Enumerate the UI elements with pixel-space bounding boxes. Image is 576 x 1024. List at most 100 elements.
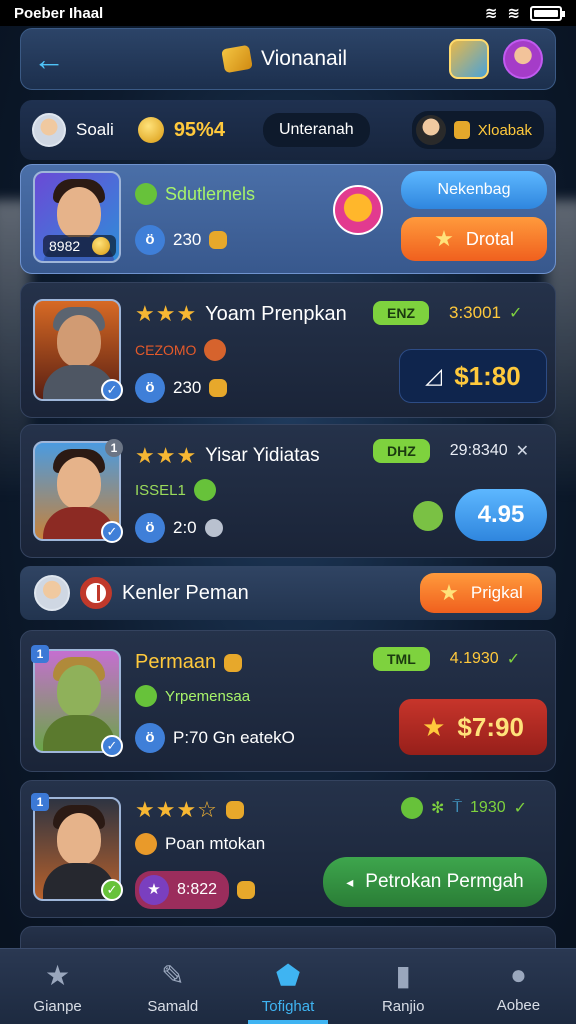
- featured-id: 8982: [49, 238, 81, 254]
- check-icon: [135, 183, 157, 205]
- item-title-row: ★★★ Yisar Yidiatas: [135, 443, 320, 469]
- check-icon: ✓: [513, 800, 528, 817]
- item-sub: Yrpemensaa: [165, 687, 251, 705]
- nav-item-samald[interactable]: ✎ Samald: [115, 949, 230, 1024]
- medal-icon: ö: [135, 373, 165, 403]
- avatar[interactable]: [34, 575, 70, 611]
- sparkle-icon: ✻: [431, 800, 445, 817]
- rating-stars: ★★★: [135, 443, 198, 468]
- list-item[interactable]: ✓ ★★★ Yoam Prenpkan ENZ 3:3001 ✓ CEZOMO …: [20, 282, 556, 418]
- item-tag: TML: [373, 647, 430, 671]
- avatar[interactable]: [32, 113, 66, 147]
- featured-rating-row: Sdutlernels: [135, 183, 255, 205]
- battery-icon: [530, 5, 565, 21]
- treasure-icon[interactable]: [449, 39, 489, 79]
- item-info-row: ö P:70 Gn eatekO: [135, 723, 295, 753]
- item-sub-row: CEZOMO: [135, 339, 227, 361]
- tag-icon: ◿: [425, 363, 443, 388]
- item-sub-row: ISSEL1: [135, 479, 216, 501]
- score-value: 95%4: [173, 118, 225, 141]
- item-tag: DHZ: [373, 439, 430, 463]
- mascot-icon[interactable]: [333, 185, 383, 235]
- medal-icon: ö: [135, 225, 165, 255]
- item-info: P:70 Gn eatekO: [173, 728, 295, 747]
- item-count: 230: [173, 378, 202, 397]
- list-item[interactable]: ✓ 1 ★★★ Yisar Yidiatas DHZ 29:8340 ✕ ISS…: [20, 424, 556, 558]
- header-title-group: Vionanail: [221, 44, 348, 74]
- item-meta-row: TML 4.1930 ✓: [373, 647, 520, 671]
- item-count: 2:0: [173, 518, 197, 537]
- leaf-icon: [413, 501, 443, 531]
- money-bag-icon: [225, 801, 244, 819]
- page-title: Vionanail: [261, 47, 348, 70]
- nav-item-aobee[interactable]: ● Aobee: [461, 949, 576, 1024]
- coin-icon: [453, 121, 470, 139]
- item-count-row: ★ 8:822: [135, 871, 256, 909]
- user-chip[interactable]: Xloabak: [411, 111, 544, 149]
- user-chip-label: Xloabak: [477, 121, 532, 139]
- price-button[interactable]: ★ $7:90: [399, 699, 547, 755]
- item-count-row: ö 230: [135, 373, 228, 403]
- nav-item-tofighat[interactable]: ⬟ Tofighat: [230, 949, 345, 1024]
- leaf-icon: [193, 479, 216, 501]
- list-item[interactable]: 1 ✓ Permaan TML 4.1930 ✓ Yrpemensaa ö P:…: [20, 630, 556, 772]
- featured-rating: Sdutlernels: [165, 183, 256, 204]
- signal-icon: ≋: [507, 5, 520, 22]
- list-item[interactable]: 1 ✓ ★★★☆ ✻ ⍑ 1930 ✓ Poan mtokan ★ 8:822 …: [20, 780, 556, 918]
- nav-label: Ranjio: [381, 997, 425, 1015]
- featured-id-badge: 8982: [43, 235, 117, 257]
- header-actions: [449, 39, 543, 79]
- filter-label: Soali: [76, 120, 114, 139]
- star-icon: ★: [422, 711, 446, 742]
- leaf-icon: [401, 797, 423, 819]
- filter-row: Soali 95%4 Unteranah Xloabak: [20, 100, 556, 160]
- no-entry-icon: [80, 577, 112, 609]
- item-meta: 29:8340: [449, 442, 508, 459]
- star-icon: ★: [439, 580, 459, 605]
- verified-icon: ✓: [101, 735, 123, 757]
- star-icon: ★: [434, 226, 454, 251]
- item-sub-row: Poan mtokan: [135, 833, 265, 855]
- rank-badge: 1: [31, 645, 49, 663]
- close-icon: ✕: [515, 443, 530, 460]
- star-icon: ★: [139, 875, 169, 905]
- check-icon: [135, 685, 157, 707]
- medal-icon: ö: [135, 513, 165, 543]
- verified-icon: ✓: [101, 521, 123, 543]
- nav-label: Samald: [147, 997, 199, 1015]
- tab-unteranah[interactable]: Unteranah: [262, 113, 370, 147]
- profile-icon: ●: [509, 959, 527, 990]
- star-icon: ★: [45, 959, 71, 991]
- item-sub: Poan mtokan: [165, 834, 266, 853]
- pencil-icon: ✎: [161, 959, 185, 991]
- item-meta: 3:3001: [449, 303, 501, 322]
- nav-label: Tofighat: [261, 997, 315, 1015]
- check-icon: ✓: [506, 651, 521, 668]
- item-title: Permaan: [135, 651, 217, 673]
- user-avatar[interactable]: [503, 39, 543, 79]
- featured-count-row: ö 230: [135, 225, 228, 255]
- money-bag-icon: [209, 231, 228, 249]
- section-header: Kenler Peman ★ Prigkal: [20, 566, 556, 620]
- nekenbag-button[interactable]: Nekenbag: [401, 171, 547, 209]
- item-title-row: ★★★ Yoam Prenpkan: [135, 301, 347, 327]
- back-arrow-icon[interactable]: ←: [33, 41, 73, 78]
- rank-badge: 1: [105, 439, 123, 457]
- nav-label: Aobee: [496, 997, 541, 1014]
- prigkal-button[interactable]: ★ Prigkal: [420, 573, 542, 613]
- item-meta: 4.1930: [449, 650, 499, 667]
- price-button[interactable]: 4.95: [455, 489, 547, 541]
- permgah-button[interactable]: ◂ Petrokan Permgah: [323, 857, 547, 907]
- nav-item-ranjio[interactable]: ▮ Ranjio: [346, 949, 461, 1024]
- section-title: Kenler Peman: [122, 581, 249, 604]
- app-header: ← Vionanail: [20, 28, 556, 90]
- nav-label: Gianpe: [33, 997, 82, 1015]
- item-title: Yisar Yidiatas: [205, 445, 320, 466]
- drotal-button[interactable]: ★ Drotal: [401, 217, 547, 261]
- nav-item-gianpe[interactable]: ★ Gianpe: [0, 949, 115, 1024]
- item-meta-row: ✻ ⍑ 1930 ✓: [401, 797, 527, 819]
- price-button[interactable]: ◿ $1:80: [399, 349, 547, 403]
- featured-card[interactable]: 8982 Sdutlernels ö 230 Nekenbag ★ Drotal: [20, 164, 556, 274]
- shield-icon: ⬟: [275, 959, 301, 991]
- item-sub: CEZOMO: [135, 342, 197, 358]
